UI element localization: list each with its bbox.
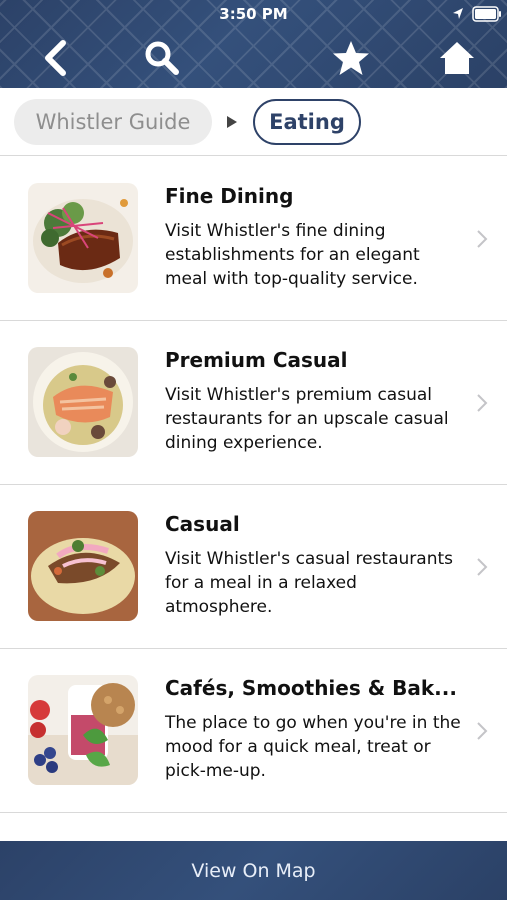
list-item-title: Fine Dining: [165, 184, 294, 208]
list-item-description: Visit Whistler's casual restaurants for …: [165, 549, 453, 617]
location-arrow-icon: [453, 8, 463, 19]
breadcrumb-whistler-guide[interactable]: Whistler Guide: [14, 99, 212, 145]
chevron-right-icon: [477, 394, 488, 412]
breadcrumb: Whistler Guide Eating: [0, 88, 507, 156]
view-on-map-button[interactable]: View On Map: [0, 841, 507, 900]
view-on-map-label: View On Map: [191, 859, 316, 882]
chevron-right-icon: [477, 558, 488, 576]
list-item-fine-dining[interactable]: Fine Dining Visit Whistler's fine dining…: [0, 157, 507, 321]
casual-image: [28, 511, 138, 621]
chevron-right-icon: [477, 230, 488, 248]
category-list: Fine Dining Visit Whistler's fine dining…: [0, 157, 507, 813]
cafes-image: [28, 675, 138, 785]
top-navigation-bar: 3:50 PM: [0, 0, 507, 88]
search-button[interactable]: [142, 38, 182, 78]
breadcrumb-eating[interactable]: Eating: [253, 99, 361, 145]
star-icon: [333, 41, 369, 75]
premium-casual-image: [28, 347, 138, 457]
list-item-description: Visit Whistler's fine dining establishme…: [165, 221, 420, 289]
list-item-cafes[interactable]: Cafés, Smoothies & Bak... The place to g…: [0, 649, 507, 813]
list-item-title: Premium Casual: [165, 348, 348, 372]
back-button[interactable]: [36, 38, 76, 78]
list-item-title: Cafés, Smoothies & Bak...: [165, 676, 457, 700]
battery-icon: [472, 6, 501, 22]
list-item-description: Visit Whistler's premium casual restaura…: [165, 385, 449, 453]
list-item-casual[interactable]: Casual Visit Whistler's casual restauran…: [0, 485, 507, 649]
search-icon: [145, 41, 179, 75]
favorites-button[interactable]: [331, 38, 371, 78]
list-item-description: The place to go when you're in the mood …: [165, 713, 461, 781]
home-icon: [440, 42, 474, 74]
partial-list-item: [0, 813, 507, 841]
play-arrow-icon: [227, 116, 237, 128]
fine-dining-image: [28, 183, 138, 293]
list-item-premium-casual[interactable]: Premium Casual Visit Whistler's premium …: [0, 321, 507, 485]
chevron-right-icon: [477, 722, 488, 740]
status-time: 3:50 PM: [219, 5, 288, 23]
chevron-left-icon: [45, 40, 66, 76]
list-item-title: Casual: [165, 512, 240, 536]
home-button[interactable]: [437, 38, 477, 78]
